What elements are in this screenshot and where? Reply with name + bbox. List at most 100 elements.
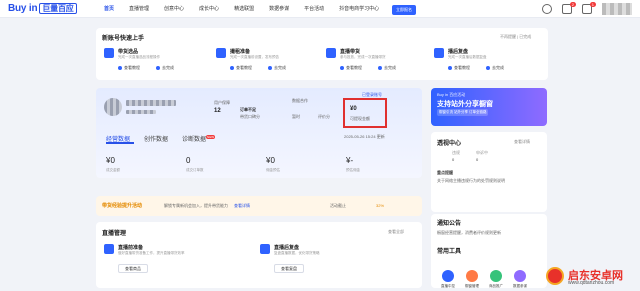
tool-icon — [466, 270, 478, 282]
nav-item-learning[interactable]: 抖音电商学习中心 — [339, 5, 379, 12]
col-label: 申诉中 — [476, 150, 488, 155]
onboarding-step: 直播带货 参与投放，完成一次直播带货 查看教程 去完成 — [326, 46, 434, 76]
play-icon — [340, 65, 344, 70]
tools-title: 常用工具 — [437, 249, 462, 255]
value-b-sub: 带货口碑分 — [240, 114, 260, 119]
label-d: 暂时 — [292, 114, 300, 119]
step-desc: 完成一次直播选品流程操作 — [118, 55, 160, 59]
play-icon — [448, 65, 452, 70]
step-title: 直播带货 — [340, 49, 361, 55]
cart-icon — [104, 48, 114, 58]
promo-right: 活动截止 — [330, 203, 346, 208]
promo-title: 带货经验提升活动 — [102, 203, 143, 209]
nav-item-data[interactable]: 数据参谋 — [269, 5, 289, 12]
play-icon — [230, 65, 234, 70]
step-tutorial-link[interactable]: 查看教程 — [340, 65, 362, 71]
highlight-box — [343, 98, 387, 128]
settings-icon[interactable] — [542, 4, 552, 14]
nav-item-activity[interactable]: 平台活动 — [304, 5, 324, 12]
check-icon — [156, 65, 160, 70]
promo-banner[interactable]: Buy in 百应活动 支持站外分享橱窗 橱窗引流 站外分享 订单全链路 — [431, 88, 547, 126]
notification-icon[interactable]: 1 — [582, 2, 596, 14]
account-avatar — [104, 98, 122, 116]
check-icon — [268, 65, 272, 70]
col-value: 0 — [476, 157, 479, 162]
notification-badge: 1 — [589, 2, 596, 7]
live-more[interactable]: 查看全部 — [388, 229, 404, 235]
message-icon[interactable]: 2 — [562, 2, 576, 14]
nav-item-growth[interactable]: 成长中心 — [199, 5, 219, 12]
live-item-button[interactable]: 查看商品 — [118, 264, 148, 273]
calendar-icon — [216, 48, 226, 58]
step-complete-link[interactable]: 去完成 — [156, 65, 174, 71]
nav-item-alliance[interactable]: 精选联盟 — [234, 5, 254, 12]
step-complete-link[interactable]: 去完成 — [378, 65, 396, 71]
live-title: 直播管理 — [102, 231, 127, 237]
notice-card-title: 通知公告 — [437, 221, 462, 227]
transparency-title: 透视中心 — [437, 141, 462, 147]
step-tutorial-link[interactable]: 查看教程 — [230, 65, 252, 71]
col-label: 违规 — [452, 150, 460, 155]
check-icon — [486, 65, 490, 70]
promo-pct: 32% — [376, 203, 385, 208]
main-nav: 首页 直播管理 创意中心 成长中心 精选联盟 数据参谋 平台活动 抖音电商学习中… — [104, 5, 379, 12]
promo-signup-button[interactable]: 立即报名 — [392, 5, 416, 15]
step-title: 播后复盘 — [448, 49, 469, 55]
onboarding-title: 新账号快速上手 — [102, 36, 145, 42]
tool-item[interactable]: 商品推广 — [486, 270, 506, 289]
label-c: 数据合作 — [292, 98, 308, 103]
avatar[interactable] — [602, 3, 632, 15]
update-time: 2025-05-26 15:24 更新 — [344, 134, 385, 139]
notice-title: 重点提醒 — [437, 170, 453, 175]
metric-item[interactable]: 0 成交订单数 — [186, 156, 204, 173]
tool-item[interactable]: 橱窗管理 — [462, 270, 482, 289]
metric-item[interactable]: ¥0 佣金预估 — [266, 156, 280, 173]
live-review-icon — [260, 244, 270, 254]
tool-item[interactable]: 直播中控 — [438, 270, 458, 289]
onboarding-step: 撮租准备 完成一次直播前设置，发布预告 查看教程 去完成 — [216, 46, 324, 76]
notice-text[interactable]: 关于网络主播违规行为的处罚规则说明 — [437, 178, 541, 184]
label-a: 用户保障 — [214, 100, 230, 105]
promo-desc: 解锁专属新机会加入，提升带货能力 — [164, 203, 228, 208]
logo[interactable]: Buy in 巨量百应 — [8, 3, 77, 14]
step-complete-link[interactable]: 去完成 — [486, 65, 504, 71]
account-name-blurred — [126, 100, 176, 106]
step-complete-link[interactable]: 去完成 — [268, 65, 286, 71]
tool-icon — [490, 270, 502, 282]
tool-item[interactable]: 数据参谋 — [510, 270, 530, 289]
account-id-blurred — [126, 110, 156, 114]
live-item: 直播后复盘 复盘直播数据，优化带货策略 查看复盘 — [260, 242, 380, 282]
step-title: 带货选品 — [118, 49, 139, 55]
new-badge: NEW — [206, 135, 216, 139]
promo-link[interactable]: 查看详情 — [234, 203, 250, 209]
onboarding-step: 播后复盘 完成一次直播后数据复盘 查看教程 去完成 — [434, 46, 542, 76]
promo-bar — [96, 196, 422, 216]
nav-item-creative[interactable]: 创意中心 — [164, 5, 184, 12]
notice-text[interactable]: 橱窗经营提醒，消费者评价规则更新 — [437, 230, 501, 236]
value-a: 12 — [214, 108, 221, 114]
check-icon — [378, 65, 382, 70]
metric-item[interactable]: ¥0 成交金额 — [106, 156, 120, 173]
label-b: 订单不足 — [240, 107, 256, 112]
step-desc: 完成一次直播后数据复盘 — [448, 55, 487, 59]
label-e: 评价分 — [318, 114, 330, 119]
onboarding-more[interactable]: 不再提醒 | 已完成 — [500, 34, 531, 40]
video-icon — [326, 48, 336, 58]
site-watermark: 启东安卓网 www.qdtanzhou.com — [546, 267, 636, 287]
step-tutorial-link[interactable]: 查看教程 — [118, 65, 140, 71]
step-desc: 参与投放，完成一次直播带货 — [340, 55, 386, 59]
tab-diagnosis[interactable]: 诊断数据NEW — [182, 134, 216, 143]
transparency-more[interactable]: 查看详情 — [514, 139, 530, 145]
nav-item-home[interactable]: 首页 — [104, 5, 114, 12]
metric-item[interactable]: ¥- 预估佣金 — [346, 156, 360, 173]
message-badge: 2 — [569, 2, 576, 7]
tool-icon — [514, 270, 526, 282]
onboarding-step: 带货选品 完成一次直播选品流程操作 查看教程 去完成 — [104, 46, 212, 76]
tab-creative[interactable]: 创作数据 — [144, 134, 168, 143]
step-tutorial-link[interactable]: 查看教程 — [448, 65, 470, 71]
nav-item-live[interactable]: 直播管理 — [129, 5, 149, 12]
step-desc: 完成一次直播前设置，发布预告 — [230, 55, 279, 59]
top-icons: 2 1 — [542, 2, 632, 15]
live-item: 直播前准备 做好直播带货准备工作，提升直播带货效率 查看商品 — [104, 242, 224, 282]
live-item-button[interactable]: 查看复盘 — [274, 264, 304, 273]
